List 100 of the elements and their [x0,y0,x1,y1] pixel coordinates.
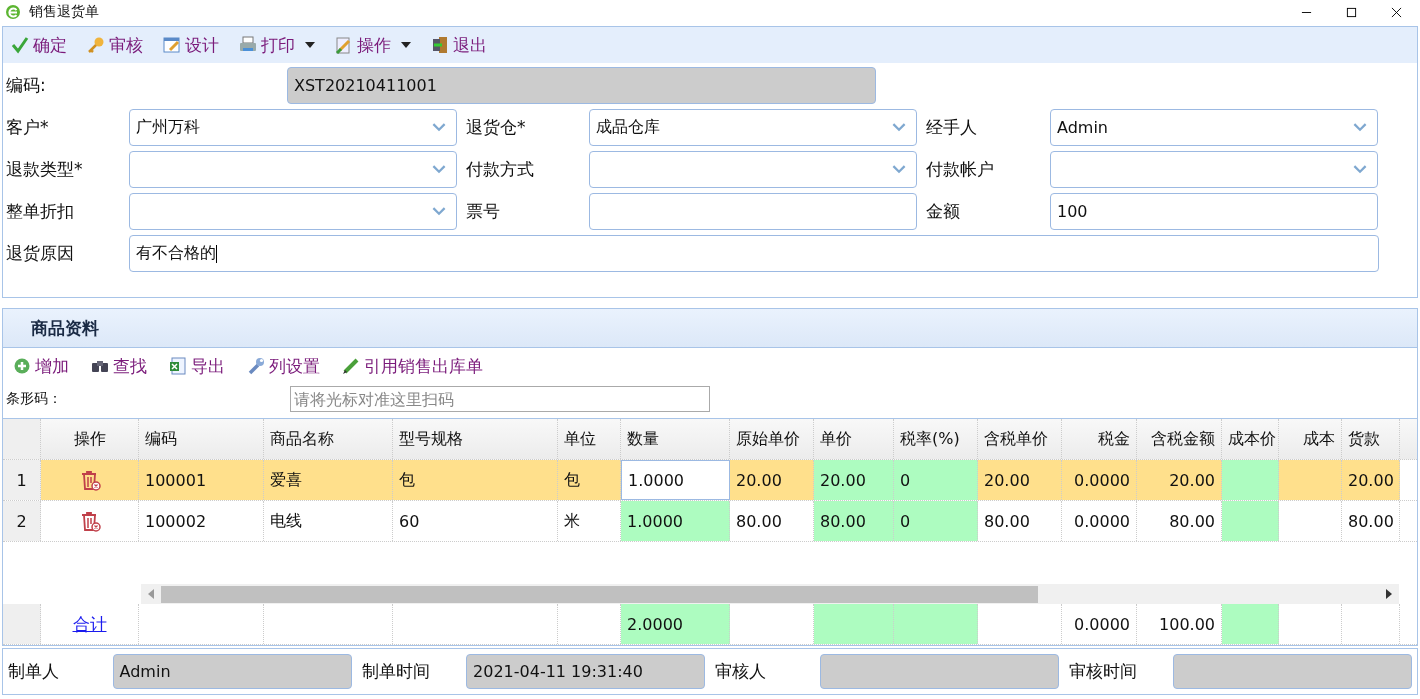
cell-input[interactable]: 1.0000 [621,460,730,500]
wrench-icon [247,357,265,375]
table-cell: 20.00 [978,460,1062,500]
toolbar-button[interactable]: 退出 [431,33,487,57]
app-icon [5,4,21,20]
column-header[interactable]: 单位 [558,419,621,459]
table-cell: 100001 [139,460,264,500]
input-field[interactable] [589,193,917,230]
table-cell: 20.00 [814,460,894,500]
readonly-field: 2021-04-11 19:31:40 [466,654,705,689]
table-row[interactable]: 2 100002 电线 60 米 1.0000 80.00 80.00 0 80.00 0.0000 80.00 80.00 [3,501,1417,542]
field-label: 经手人 [925,116,978,139]
field-label: 制单时间 [360,660,431,683]
barcode-field[interactable]: 请将光标对准这里扫码 [290,386,710,412]
column-header[interactable]: 编码 [139,419,264,459]
field-label: 整单折扣 [5,200,75,223]
chevron-down-icon [432,165,446,174]
window-title: 销售退货单 [29,3,99,21]
table-cell: 0 [894,460,978,500]
field-label: 编码: [5,74,47,97]
table-cell: 0.0000 [1062,460,1137,500]
total-cell: 2.0000 [621,604,730,644]
table-cell: 100002 [139,501,264,541]
column-header[interactable]: 型号规格 [393,419,558,459]
dropdown-field[interactable] [1050,151,1378,188]
table-cell: 爱喜 [264,460,393,500]
table-cell: 0 [894,501,978,541]
plus-circle-icon [13,357,31,375]
key-icon [87,36,105,54]
scroll-right-icon[interactable] [1386,589,1392,599]
toolbar-button[interactable]: 设计 [163,33,219,57]
table-cell: 1.0000 [621,501,730,541]
field-label: 票号 [465,200,501,223]
toolbar-button[interactable]: 操作 [335,33,411,57]
dropdown-field[interactable] [129,151,457,188]
toolbar-button[interactable]: 列设置 [247,354,320,378]
column-header[interactable]: 含税金额 [1137,419,1222,459]
toolbar-button[interactable]: 增加 [13,354,69,378]
spreadsheet-icon [169,357,187,375]
dropdown-field[interactable]: 成品仓库 [589,109,917,146]
document-pencil-icon [335,36,353,54]
field-label: 退货仓* [465,116,527,139]
table-cell: 包 [393,460,558,500]
column-header[interactable]: 货款 [1342,419,1400,459]
chevron-down-icon [432,123,446,132]
toolbar-button[interactable]: 查找 [91,354,147,378]
checkmark-icon [11,36,29,54]
field-label: 制单人 [7,660,60,683]
readonly-field: Admin [112,654,352,689]
column-header[interactable]: 单价 [814,419,894,459]
pencil-icon [342,357,360,375]
table-cell: 80.00 [978,501,1062,541]
input-field[interactable]: 100 [1050,193,1378,230]
row-number: 1 [3,460,41,500]
total-link[interactable]: 合计 [72,612,107,636]
column-header[interactable]: 成本价 [1222,419,1279,459]
table-cell: 20.00 [1137,460,1222,500]
field-label: 审核人 [714,660,767,683]
table-cell: 0.0000 [1062,501,1137,541]
toolbar-button[interactable]: 确定 [11,33,67,57]
field-label: 审核时间 [1067,660,1138,683]
total-cell: 0.0000 [1062,604,1137,644]
column-header[interactable]: 成本 [1279,419,1342,459]
close-icon[interactable] [1391,6,1402,18]
column-header[interactable]: 数量 [621,419,730,459]
table-cell: 20.00 [1342,460,1400,500]
input-field[interactable]: 有不合格的 [129,235,1379,272]
field-label: 客户* [5,116,50,139]
chevron-down-icon [892,123,906,132]
dropdown-field[interactable] [589,151,917,188]
code-field: XST20210411001 [287,67,876,104]
field-label: 金额 [925,200,961,223]
column-header[interactable]: 税率(%) [894,419,978,459]
toolbar-button[interactable]: 打印 [239,33,315,57]
table-cell: 80.00 [1342,501,1400,541]
dropdown-field[interactable] [129,193,457,230]
dropdown-field[interactable]: 广州万科 [129,109,457,146]
table-cell: 包 [558,460,621,500]
chevron-down-icon [1353,165,1367,174]
field-label: 付款帐户 [925,158,995,181]
barcode-label: 条形码： [5,390,63,408]
scroll-left-icon[interactable] [148,589,154,599]
column-header[interactable]: 操作 [41,419,139,459]
row-number: 2 [3,501,41,541]
toolbar-button[interactable]: 审核 [87,33,143,57]
chevron-down-icon [432,207,446,216]
toolbar-button[interactable]: 导出 [169,354,225,378]
field-label: 付款方式 [465,158,535,181]
maximize-icon[interactable] [1346,6,1357,18]
toolbar-button[interactable]: 引用销售出库单 [342,354,483,378]
scrollbar-thumb[interactable] [161,585,1038,603]
table-cell: 80.00 [814,501,894,541]
column-header[interactable]: 原始单价 [730,419,814,459]
column-header[interactable]: 税金 [1062,419,1137,459]
section-header: 商品资料 [3,309,1417,348]
column-header[interactable]: 商品名称 [264,419,393,459]
column-header[interactable]: 含税单价 [978,419,1062,459]
table-cell [1222,501,1279,541]
table-row[interactable]: 1 100001 爱喜 包 包 1.0000 20.00 20.00 0 20.00 0.0000 20.00 20.00 [3,460,1417,501]
dropdown-field[interactable]: Admin [1050,109,1378,146]
